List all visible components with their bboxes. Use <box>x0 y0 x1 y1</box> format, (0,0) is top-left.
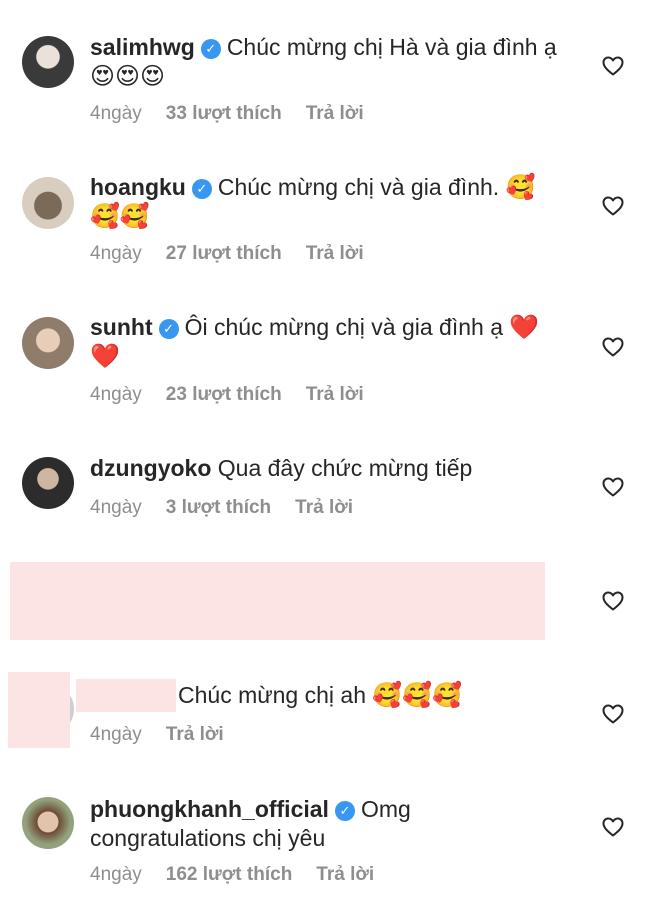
comment-text-block: phuongkhanh_official ✓ Omg congratulations… <box>90 795 560 853</box>
verified-badge-icon: ✓ <box>200 39 221 59</box>
avatar-image <box>22 36 74 88</box>
comment-text-block: hoangku ✓ Chúc mừng chị và gia đình. 🥰🥰🥰 <box>90 173 560 231</box>
comment-username[interactable]: salimhwg <box>90 34 195 60</box>
verified-badge-icon: ✓ <box>334 801 355 821</box>
avatar-image <box>22 797 74 849</box>
comment-age: 4ngày <box>90 384 142 405</box>
comment-username[interactable]: sunht <box>90 314 153 340</box>
comment-likes[interactable]: 33 lượt thích <box>166 103 282 124</box>
heart-outline-icon[interactable] <box>601 702 625 726</box>
avatar[interactable] <box>22 36 74 88</box>
comment-meta: 4ngày 33 lượt thích Trả lời <box>90 102 364 126</box>
reply-button[interactable]: Trả lời <box>306 103 364 124</box>
avatar-image <box>22 177 74 229</box>
comment-meta: 4ngày 23 lượt thích Trả lời <box>90 383 364 407</box>
comment-likes[interactable]: 162 lượt thích <box>166 864 293 885</box>
avatar-image <box>22 317 74 369</box>
avatar[interactable] <box>22 177 74 229</box>
comment-age: 4ngày <box>90 864 142 885</box>
comment-meta: 4ngày 3 lượt thích Trả lời <box>90 496 353 520</box>
heart-outline-icon[interactable] <box>601 54 625 78</box>
reply-button[interactable]: Trả lời <box>295 497 353 518</box>
comment-text: Chúc mừng chị và gia đình. <box>217 174 500 200</box>
comment-text: Chúc mừng chị ah <box>178 682 366 708</box>
comment-emoji: 🥰🥰🥰 <box>372 681 463 709</box>
heart-outline-icon[interactable] <box>601 194 625 218</box>
comment-text: Qua đây chức mừng tiếp <box>217 455 473 481</box>
reply-button[interactable]: Trả lời <box>306 384 364 405</box>
comment-age: 4ngày <box>90 497 142 518</box>
comment-username[interactable]: dzungyoko <box>90 455 211 481</box>
verified-badge-icon: ✓ <box>191 179 212 199</box>
heart-outline-icon[interactable] <box>601 475 625 499</box>
reply-button[interactable]: Trả lời <box>166 724 224 745</box>
comment-text-block: Chúc mừng chị ah 🥰🥰🥰 <box>178 681 558 710</box>
verified-badge-icon: ✓ <box>158 319 179 339</box>
comment-likes[interactable]: 27 lượt thích <box>166 243 282 264</box>
comment-text-block: dzungyoko Qua đây chức mừng tiếp <box>90 454 560 483</box>
comment-text: Chúc mừng chị Hà và gia đình ạ <box>226 34 557 60</box>
comment-meta: 4ngày 162 lượt thích Trả lời <box>90 863 374 887</box>
comment-likes[interactable]: 3 lượt thích <box>166 497 271 518</box>
comment-emoji: 😍😍😍 <box>90 62 166 90</box>
comment-age: 4ngày <box>90 243 142 264</box>
comment-username[interactable]: phuongkhanh_official <box>90 796 329 822</box>
comment-username[interactable]: hoangku <box>90 174 186 200</box>
avatar[interactable] <box>22 797 74 849</box>
heart-outline-icon[interactable] <box>601 815 625 839</box>
heart-outline-icon[interactable] <box>601 335 625 359</box>
comment-text-block: salimhwg ✓ Chúc mừng chị Hà và gia đình ạ … <box>90 33 560 91</box>
comment-meta: 4ngày 27 lượt thích Trả lời <box>90 242 364 266</box>
comment-text-block: sunht ✓ Ôi chúc mừng chị và gia đình ạ ❤️❤… <box>90 313 560 371</box>
heart-outline-icon[interactable] <box>601 589 625 613</box>
avatar-image <box>22 457 74 509</box>
comment-text: Ôi chúc mừng chị và gia đình ạ <box>184 314 504 340</box>
redaction-username <box>76 679 176 712</box>
comment-likes[interactable]: 23 lượt thích <box>166 384 282 405</box>
redaction-avatar <box>8 672 70 748</box>
comment-age: 4ngày <box>90 724 142 745</box>
avatar[interactable] <box>22 317 74 369</box>
reply-button[interactable]: Trả lời <box>316 864 374 885</box>
reply-button[interactable]: Trả lời <box>306 243 364 264</box>
comment-age: 4ngày <box>90 103 142 124</box>
redaction-block <box>10 562 545 640</box>
comment-meta: 4ngày Trả lời <box>90 723 224 747</box>
avatar[interactable] <box>22 457 74 509</box>
